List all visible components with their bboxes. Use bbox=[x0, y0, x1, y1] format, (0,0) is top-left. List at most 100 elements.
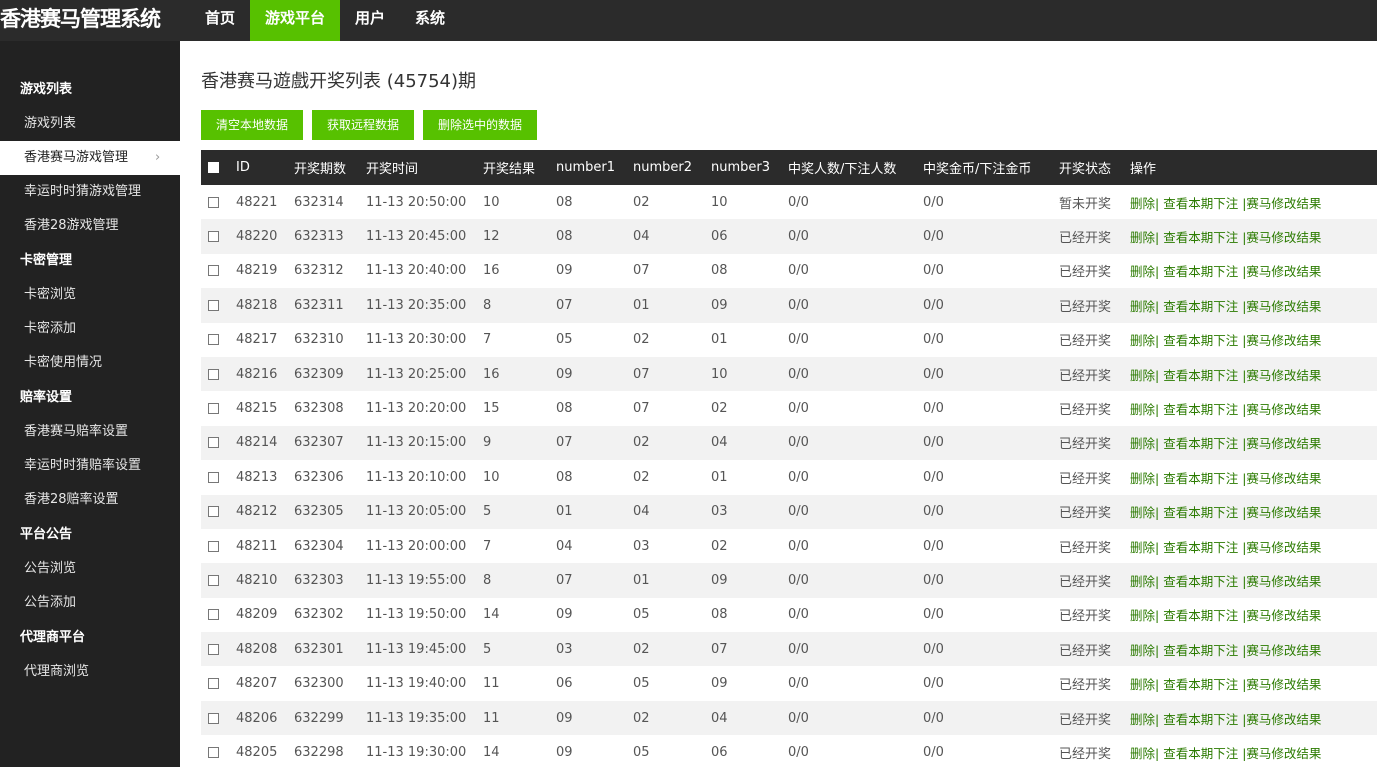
view-bets-link[interactable]: 查看本期下注 bbox=[1163, 540, 1238, 555]
view-bets-link[interactable]: 查看本期下注 bbox=[1163, 574, 1238, 589]
sidebar-item[interactable]: 代理商浏览 bbox=[0, 655, 180, 689]
delete-link[interactable]: 删除| bbox=[1130, 299, 1159, 314]
delete-link[interactable]: 删除| bbox=[1130, 574, 1159, 589]
nav-tab-2[interactable]: 用户 bbox=[340, 0, 400, 41]
delete-link[interactable]: 删除| bbox=[1130, 436, 1159, 451]
view-bets-link[interactable]: 查看本期下注 bbox=[1163, 677, 1238, 692]
table-cell: 09 bbox=[711, 676, 728, 692]
table-cell: 48205 bbox=[236, 744, 278, 760]
table-cell: 632298 bbox=[294, 744, 344, 760]
delete-link[interactable]: 删除| bbox=[1130, 230, 1159, 245]
delete-link[interactable]: 删除| bbox=[1130, 643, 1159, 658]
sidebar-item[interactable]: 香港赛马游戏管理 › bbox=[0, 141, 180, 175]
sidebar-item[interactable]: 香港赛马赔率设置 bbox=[0, 415, 180, 449]
view-bets-link[interactable]: 查看本期下注 bbox=[1163, 471, 1238, 486]
edit-result-link[interactable]: |赛马修改结果 bbox=[1242, 540, 1321, 555]
row-checkbox[interactable] bbox=[208, 540, 219, 552]
view-bets-link[interactable]: 查看本期下注 bbox=[1163, 196, 1238, 211]
sidebar-item[interactable]: 卡密浏览 bbox=[0, 278, 180, 312]
row-checkbox[interactable] bbox=[208, 403, 219, 415]
row-checkbox[interactable] bbox=[208, 437, 219, 449]
row-checkbox[interactable] bbox=[208, 334, 219, 346]
row-checkbox[interactable] bbox=[208, 368, 219, 380]
edit-result-link[interactable]: |赛马修改结果 bbox=[1242, 746, 1321, 761]
edit-result-link[interactable]: |赛马修改结果 bbox=[1242, 368, 1321, 383]
delete-link[interactable]: 删除| bbox=[1130, 712, 1159, 727]
row-checkbox[interactable] bbox=[208, 746, 219, 758]
delete-link[interactable]: 删除| bbox=[1130, 402, 1159, 417]
view-bets-link[interactable]: 查看本期下注 bbox=[1163, 230, 1238, 245]
sidebar-item[interactable]: 幸运时时猜游戏管理 bbox=[0, 175, 180, 209]
view-bets-link[interactable]: 查看本期下注 bbox=[1163, 299, 1238, 314]
delete-link[interactable]: 删除| bbox=[1130, 333, 1159, 348]
delete-link[interactable]: 删除| bbox=[1130, 264, 1159, 279]
view-bets-link[interactable]: 查看本期下注 bbox=[1163, 333, 1238, 348]
sidebar-item[interactable]: 卡密添加 bbox=[0, 312, 180, 346]
edit-result-link[interactable]: |赛马修改结果 bbox=[1242, 299, 1321, 314]
edit-result-link[interactable]: |赛马修改结果 bbox=[1242, 402, 1321, 417]
edit-result-link[interactable]: |赛马修改结果 bbox=[1242, 471, 1321, 486]
view-bets-link[interactable]: 查看本期下注 bbox=[1163, 402, 1238, 417]
row-checkbox[interactable] bbox=[208, 574, 219, 586]
view-bets-link[interactable]: 查看本期下注 bbox=[1163, 264, 1238, 279]
view-bets-link[interactable]: 查看本期下注 bbox=[1163, 746, 1238, 761]
delete-selected-button[interactable]: 删除选中的数据 bbox=[423, 110, 538, 140]
table-cell: 0/0 bbox=[919, 494, 1055, 529]
view-bets-link[interactable]: 查看本期下注 bbox=[1163, 608, 1238, 623]
delete-link[interactable]: 删除| bbox=[1130, 471, 1159, 486]
sidebar-item[interactable]: 公告添加 bbox=[0, 586, 180, 620]
view-bets-link[interactable]: 查看本期下注 bbox=[1163, 505, 1238, 520]
table-cell: 11-13 19:35:00 bbox=[362, 700, 479, 736]
edit-result-link[interactable]: |赛马修改结果 bbox=[1242, 333, 1321, 348]
edit-result-link[interactable]: |赛马修改结果 bbox=[1242, 436, 1321, 451]
clear-local-button[interactable]: 清空本地数据 bbox=[201, 110, 304, 140]
delete-link[interactable]: 删除| bbox=[1130, 746, 1159, 761]
edit-result-link[interactable]: |赛马修改结果 bbox=[1242, 196, 1321, 211]
row-checkbox[interactable] bbox=[208, 643, 219, 655]
row-checkbox[interactable] bbox=[208, 265, 219, 277]
row-select-cell bbox=[201, 735, 232, 769]
delete-link[interactable]: 删除| bbox=[1130, 540, 1159, 555]
nav-tab-3[interactable]: 系统 bbox=[400, 0, 460, 41]
nav-tab-1[interactable]: 游戏平台 bbox=[250, 0, 341, 41]
delete-link[interactable]: 删除| bbox=[1130, 608, 1159, 623]
row-checkbox[interactable] bbox=[208, 506, 219, 518]
select-all-cell bbox=[201, 150, 232, 185]
sidebar-group-heading: 代理商平台 bbox=[20, 630, 86, 645]
sidebar-item[interactable]: 香港28赔率设置 bbox=[0, 483, 180, 517]
edit-result-link[interactable]: |赛马修改结果 bbox=[1242, 608, 1321, 623]
sidebar-item[interactable]: 公告浏览 bbox=[0, 552, 180, 586]
edit-result-link[interactable]: |赛马修改结果 bbox=[1242, 677, 1321, 692]
view-bets-link[interactable]: 查看本期下注 bbox=[1163, 643, 1238, 658]
row-checkbox[interactable] bbox=[208, 196, 219, 208]
sidebar-item[interactable]: 香港28游戏管理 bbox=[0, 209, 180, 243]
row-checkbox[interactable] bbox=[208, 471, 219, 483]
row-checkbox[interactable] bbox=[208, 678, 219, 690]
row-checkbox[interactable] bbox=[208, 712, 219, 724]
view-bets-link[interactable]: 查看本期下注 bbox=[1163, 436, 1238, 451]
row-checkbox[interactable] bbox=[208, 609, 219, 621]
delete-link[interactable]: 删除| bbox=[1130, 677, 1159, 692]
delete-link[interactable]: 删除| bbox=[1130, 505, 1159, 520]
row-checkbox[interactable] bbox=[208, 231, 219, 243]
delete-link[interactable]: 删除| bbox=[1130, 368, 1159, 383]
table-cell: 已经开奖 bbox=[1059, 609, 1112, 625]
sidebar-item[interactable]: 卡密使用情况 bbox=[0, 346, 180, 380]
edit-result-link[interactable]: |赛马修改结果 bbox=[1242, 643, 1321, 658]
fetch-remote-button[interactable]: 获取远程数据 bbox=[312, 110, 415, 140]
view-bets-link[interactable]: 查看本期下注 bbox=[1163, 712, 1238, 727]
view-bets-link[interactable]: 查看本期下注 bbox=[1163, 368, 1238, 383]
row-checkbox[interactable] bbox=[208, 299, 219, 311]
nav-tab-0[interactable]: 首页 bbox=[190, 0, 250, 41]
sidebar-item[interactable]: 幸运时时猜赔率设置 bbox=[0, 449, 180, 483]
edit-result-link[interactable]: |赛马修改结果 bbox=[1242, 574, 1321, 589]
sidebar-item[interactable]: 游戏列表 bbox=[0, 107, 180, 141]
select-all-checkbox[interactable] bbox=[208, 162, 219, 173]
edit-result-link[interactable]: |赛马修改结果 bbox=[1242, 505, 1321, 520]
edit-result-link[interactable]: |赛马修改结果 bbox=[1242, 230, 1321, 245]
delete-link[interactable]: 删除| bbox=[1130, 196, 1159, 211]
edit-result-link[interactable]: |赛马修改结果 bbox=[1242, 712, 1321, 727]
edit-result-link[interactable]: |赛马修改结果 bbox=[1242, 264, 1321, 279]
table-cell: 48214 bbox=[232, 425, 290, 461]
actions-cell: 删除| 查看本期下注 |赛马修改结果 bbox=[1126, 598, 1377, 632]
